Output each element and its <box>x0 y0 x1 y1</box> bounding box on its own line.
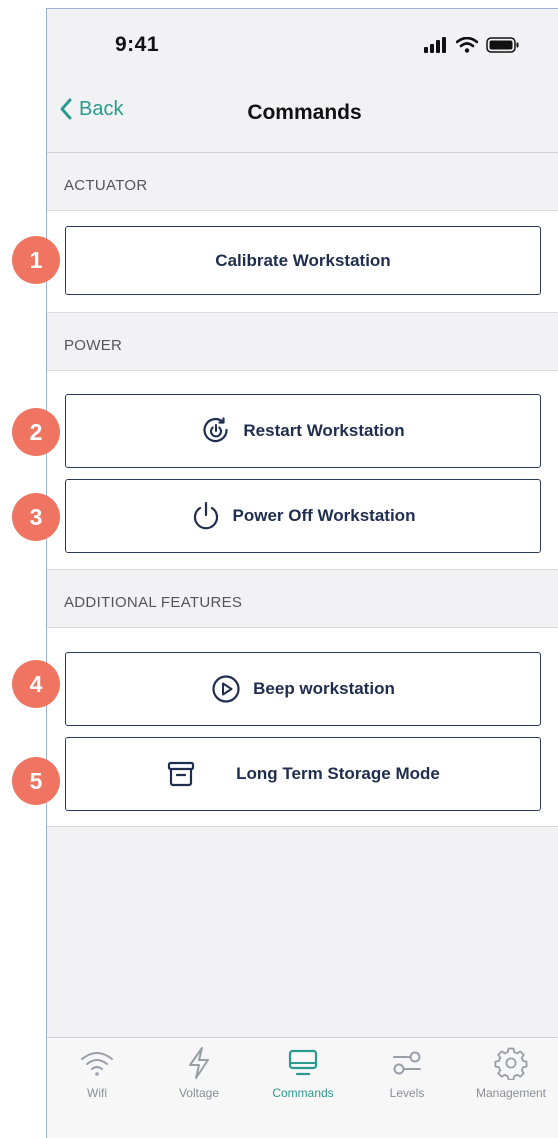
tab-label-wifi: Wifi <box>87 1086 107 1100</box>
cellular-signal-icon <box>424 37 446 53</box>
lightning-icon <box>189 1047 209 1079</box>
page-title: Commands <box>247 101 362 124</box>
status-icons <box>424 37 520 53</box>
section-title-additional-features: ADDITIONAL FEATURES <box>64 594 243 611</box>
calibrate-workstation-label: Calibrate Workstation <box>215 250 391 270</box>
section-header-actuator: ACTUATOR <box>47 153 558 211</box>
navigation-bar: Back Commands <box>47 79 558 153</box>
tab-label-commands: Commands <box>272 1086 334 1100</box>
wifi-signal-icon <box>456 37 478 53</box>
archive-box-icon <box>168 761 195 787</box>
restart-power-icon <box>203 417 228 443</box>
long-term-storage-mode-label: Long Term Storage Mode <box>236 764 440 783</box>
section-header-power: POWER <box>47 313 558 371</box>
tab-management[interactable]: Management <box>461 1046 558 1100</box>
section-power: Restart Workstation Power Off Workstatio… <box>47 371 558 570</box>
tab-commands[interactable]: Commands <box>253 1046 353 1100</box>
status-time: 9:41 <box>115 33 160 56</box>
section-header-additional-features: ADDITIONAL FEATURES <box>47 570 558 628</box>
section-title-actuator: ACTUATOR <box>64 177 148 194</box>
power-icon <box>193 501 218 530</box>
tab-voltage[interactable]: Voltage <box>149 1046 249 1100</box>
restart-workstation-button[interactable]: Restart Workstation <box>65 394 541 468</box>
beep-workstation-button[interactable]: Beep workstation <box>65 652 541 726</box>
restart-workstation-label: Restart Workstation <box>243 421 405 440</box>
play-circle-icon <box>212 675 240 703</box>
monitor-icon <box>288 1049 318 1076</box>
callout-badge-5: 5 <box>12 757 60 805</box>
calibrate-workstation-button[interactable]: Calibrate Workstation <box>65 226 541 295</box>
tab-wifi[interactable]: Wifi <box>47 1046 147 1100</box>
section-actuator: Calibrate Workstation <box>47 211 558 313</box>
beep-workstation-label: Beep workstation <box>253 679 395 698</box>
tab-label-management: Management <box>475 1086 547 1100</box>
tab-bar: Wifi Voltage Commands Levels Management <box>47 1037 558 1138</box>
battery-icon <box>486 37 519 53</box>
phone-screen: 9:41 Back Commands ACTUATOR Calibrate Wo… <box>46 8 558 1138</box>
callout-badge-3: 3 <box>12 493 60 541</box>
sliders-icon <box>393 1051 421 1075</box>
callout-badge-2: 2 <box>12 408 60 456</box>
long-term-storage-mode-button[interactable]: Long Term Storage Mode <box>65 737 541 811</box>
gear-icon <box>494 1047 528 1080</box>
section-title-power: POWER <box>64 337 123 354</box>
callout-badge-1: 1 <box>12 236 60 284</box>
section-additional-features: Beep workstation Long Term Storage Mode <box>47 628 558 827</box>
tab-label-levels: Levels <box>389 1086 425 1100</box>
wifi-icon <box>81 1052 113 1076</box>
status-bar: 9:41 <box>47 9 558 79</box>
power-off-workstation-label: Power Off Workstation <box>232 506 416 525</box>
callout-badge-4: 4 <box>12 660 60 708</box>
power-off-workstation-button[interactable]: Power Off Workstation <box>65 479 541 553</box>
tab-levels[interactable]: Levels <box>357 1046 457 1100</box>
tab-label-voltage: Voltage <box>178 1086 220 1100</box>
